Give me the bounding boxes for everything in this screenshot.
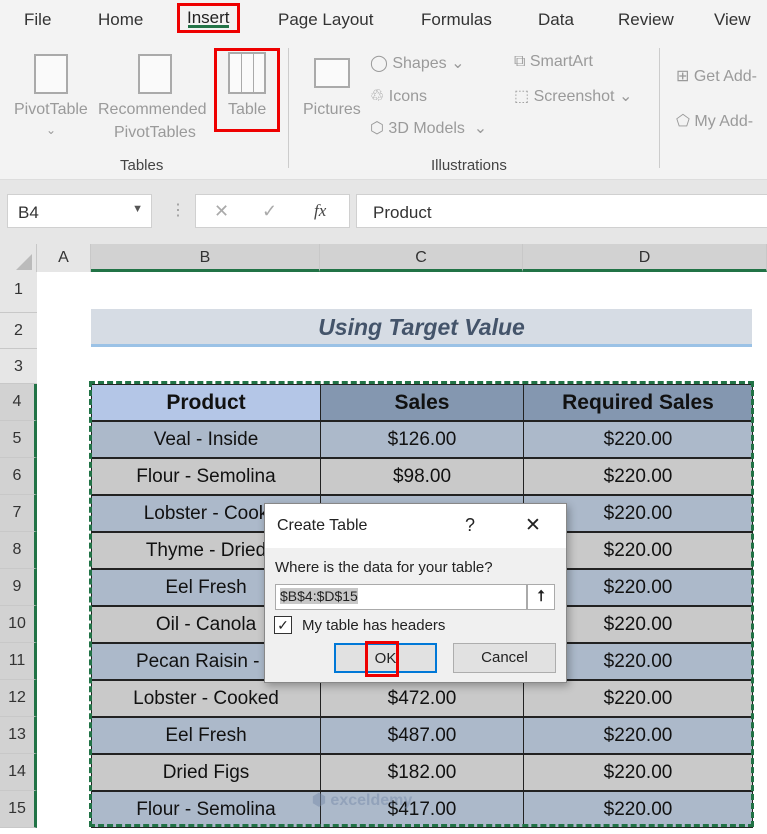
tab-review[interactable]: Review [618, 10, 674, 30]
illustrations-group-label: Illustrations [431, 157, 507, 174]
sheet-title: Using Target Value [91, 309, 752, 347]
tab-insert[interactable]: Insert [177, 3, 240, 33]
headers-checkbox-label[interactable]: My table has headers [302, 617, 445, 634]
dropdown-icon: ▼ [132, 203, 143, 215]
select-all-icon [16, 254, 32, 270]
column-header-a[interactable]: A [37, 244, 91, 272]
pivottables-label: PivotTables [114, 124, 196, 141]
column-header-c[interactable]: C [320, 244, 523, 272]
formula-controls: ✕ ✓ fx [195, 194, 350, 228]
row-header-13[interactable]: 13 [0, 717, 37, 754]
icons-button[interactable]: ♲ Icons [370, 86, 427, 106]
range-input[interactable]: $B$4:$D$15 [275, 584, 527, 610]
row-header-6[interactable]: 6 [0, 458, 37, 495]
formula-input[interactable]: Product [356, 194, 767, 228]
pictures-icon [314, 58, 350, 88]
pivottable-label: PivotTable [14, 101, 88, 118]
upload-arrow-icon: ⭡ [537, 588, 545, 605]
tab-view[interactable]: View [714, 10, 751, 30]
range-value: $B$4:$D$15 [280, 588, 358, 604]
name-box-value: B4 [18, 203, 39, 222]
get-addins-label: Get Add- [693, 68, 758, 85]
collapse-dialog-button[interactable]: ⭡ [527, 584, 555, 610]
recommended-pivottable-icon [138, 54, 172, 94]
cancel-button[interactable]: Cancel [453, 643, 556, 673]
name-box[interactable]: B4 ▼ [7, 194, 152, 228]
watermark-logo: ⬢ exceldemy [312, 792, 413, 809]
ribbon-tabs: File Home Insert Page Layout Formulas Da… [0, 0, 767, 40]
cancel-icon[interactable]: ✕ [214, 201, 229, 222]
formula-bar: B4 ▼ ⋮ ✕ ✓ fx Product [0, 180, 767, 244]
fx-icon[interactable]: fx [314, 201, 326, 221]
ok-highlight [365, 641, 399, 677]
my-addins-label: My Add- [694, 113, 754, 130]
chevron-down-icon: ⌄ [46, 123, 57, 137]
shapes-button[interactable]: ◯ Shapes ⌄ [370, 53, 464, 73]
smartart-button[interactable]: ⧉ SmartArt [514, 53, 593, 71]
my-addins-button[interactable]: ⬠ My Add- [676, 111, 753, 131]
cancel-label: Cancel [481, 649, 528, 666]
divider [288, 48, 289, 168]
get-addins-button[interactable]: ⊞ Get Add- [676, 66, 757, 86]
select-all-button[interactable] [0, 244, 37, 272]
row-header-8[interactable]: 8 [0, 532, 37, 569]
smartart-label: SmartArt [529, 53, 593, 70]
row-header-7[interactable]: 7 [0, 495, 37, 532]
row-header-10[interactable]: 10 [0, 606, 37, 643]
row-header-9[interactable]: 9 [0, 569, 37, 606]
row-header-2[interactable]: 2 [0, 313, 37, 349]
screenshot-label: Screenshot [533, 88, 615, 105]
row-header-14[interactable]: 14 [0, 754, 37, 791]
icons-label: Icons [388, 88, 428, 105]
pivottable-icon [34, 54, 68, 94]
help-icon[interactable]: ? [465, 515, 475, 536]
tab-data[interactable]: Data [538, 10, 574, 30]
ribbon: PivotTable ⌄ Recommended PivotTables Tab… [0, 40, 767, 180]
more-icon: ⋮ [170, 202, 186, 219]
dialog-prompt: Where is the data for your table? [275, 559, 493, 576]
column-header-b[interactable]: B [91, 244, 320, 272]
row-header-1[interactable]: 1 [0, 272, 37, 313]
shapes-label: Shapes [392, 55, 447, 72]
table-highlight [214, 48, 280, 132]
row-header-11[interactable]: 11 [0, 643, 37, 680]
divider [659, 48, 660, 168]
tab-page-layout[interactable]: Page Layout [278, 10, 373, 30]
tab-formulas[interactable]: Formulas [421, 10, 492, 30]
tab-home[interactable]: Home [98, 10, 143, 30]
3d-models-button[interactable]: ⬡ 3D Models ⌄ [370, 118, 487, 138]
create-table-dialog: Create Table ? ✕ Where is the data for y… [264, 503, 567, 683]
recommended-label: Recommended [98, 101, 207, 118]
row-header-5[interactable]: 5 [0, 421, 37, 458]
row-header-4[interactable]: 4 [0, 384, 37, 421]
row-header-12[interactable]: 12 [0, 680, 37, 717]
pictures-label: Pictures [303, 101, 361, 118]
row-header-3[interactable]: 3 [0, 349, 37, 384]
formula-content: Product [373, 203, 432, 222]
screenshot-button[interactable]: ⬚ Screenshot ⌄ [514, 86, 632, 106]
tab-file[interactable]: File [24, 10, 51, 30]
column-header-d[interactable]: D [523, 244, 767, 272]
headers-checkbox[interactable]: ✓ [274, 616, 292, 634]
tables-group-label: Tables [120, 157, 164, 174]
check-icon[interactable]: ✓ [262, 201, 277, 222]
3d-models-label: 3D Models [388, 120, 465, 137]
close-icon[interactable]: ✕ [525, 514, 541, 537]
row-header-15[interactable]: 15 [0, 791, 37, 828]
dialog-title: Create Table [277, 517, 368, 534]
